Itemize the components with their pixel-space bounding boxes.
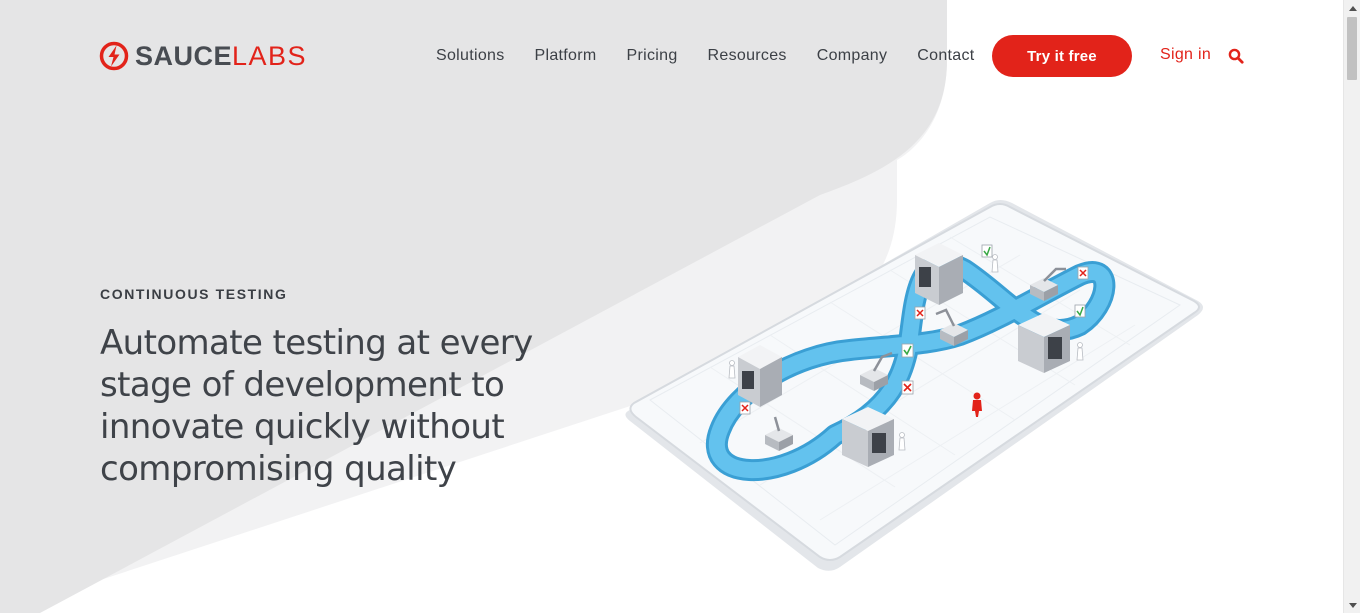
search-icon[interactable] — [1228, 48, 1244, 64]
nav-item-company[interactable]: Company — [802, 44, 903, 68]
logo-text-sauce: SAUCE — [135, 41, 233, 71]
infinity-conveyor-illustration — [625, 200, 1203, 571]
scroll-up-arrow-icon[interactable] — [1344, 0, 1360, 16]
nav-item-contact[interactable]: Contact — [902, 44, 989, 68]
nav-item-platform[interactable]: Platform — [520, 44, 612, 68]
logo-text-labs: LABS — [232, 41, 308, 71]
scroll-down-arrow-icon[interactable] — [1344, 597, 1360, 613]
nav-item-pricing[interactable]: Pricing — [612, 44, 693, 68]
sauce-labs-logo-icon — [99, 41, 129, 71]
nav-item-solutions[interactable]: Solutions — [421, 44, 520, 68]
nav-item-resources[interactable]: Resources — [693, 44, 802, 68]
hero-eyebrow: CONTINUOUS TESTING — [100, 286, 288, 302]
page-scrollbar[interactable] — [1343, 0, 1360, 613]
sign-in-link[interactable]: Sign in — [1160, 46, 1211, 64]
main-nav: Solutions Platform Pricing Resources Com… — [421, 44, 990, 68]
try-it-free-button[interactable]: Try it free — [992, 35, 1132, 77]
platform-base — [625, 200, 1203, 571]
sauce-labs-logo[interactable]: SAUCE LABS — [99, 40, 307, 72]
hero-headline: Automate testing at every stage of devel… — [100, 323, 533, 489]
page: SAUCE LABS Solutions Platform Pricing Re… — [0, 0, 1343, 613]
scrollbar-thumb[interactable] — [1347, 17, 1357, 80]
